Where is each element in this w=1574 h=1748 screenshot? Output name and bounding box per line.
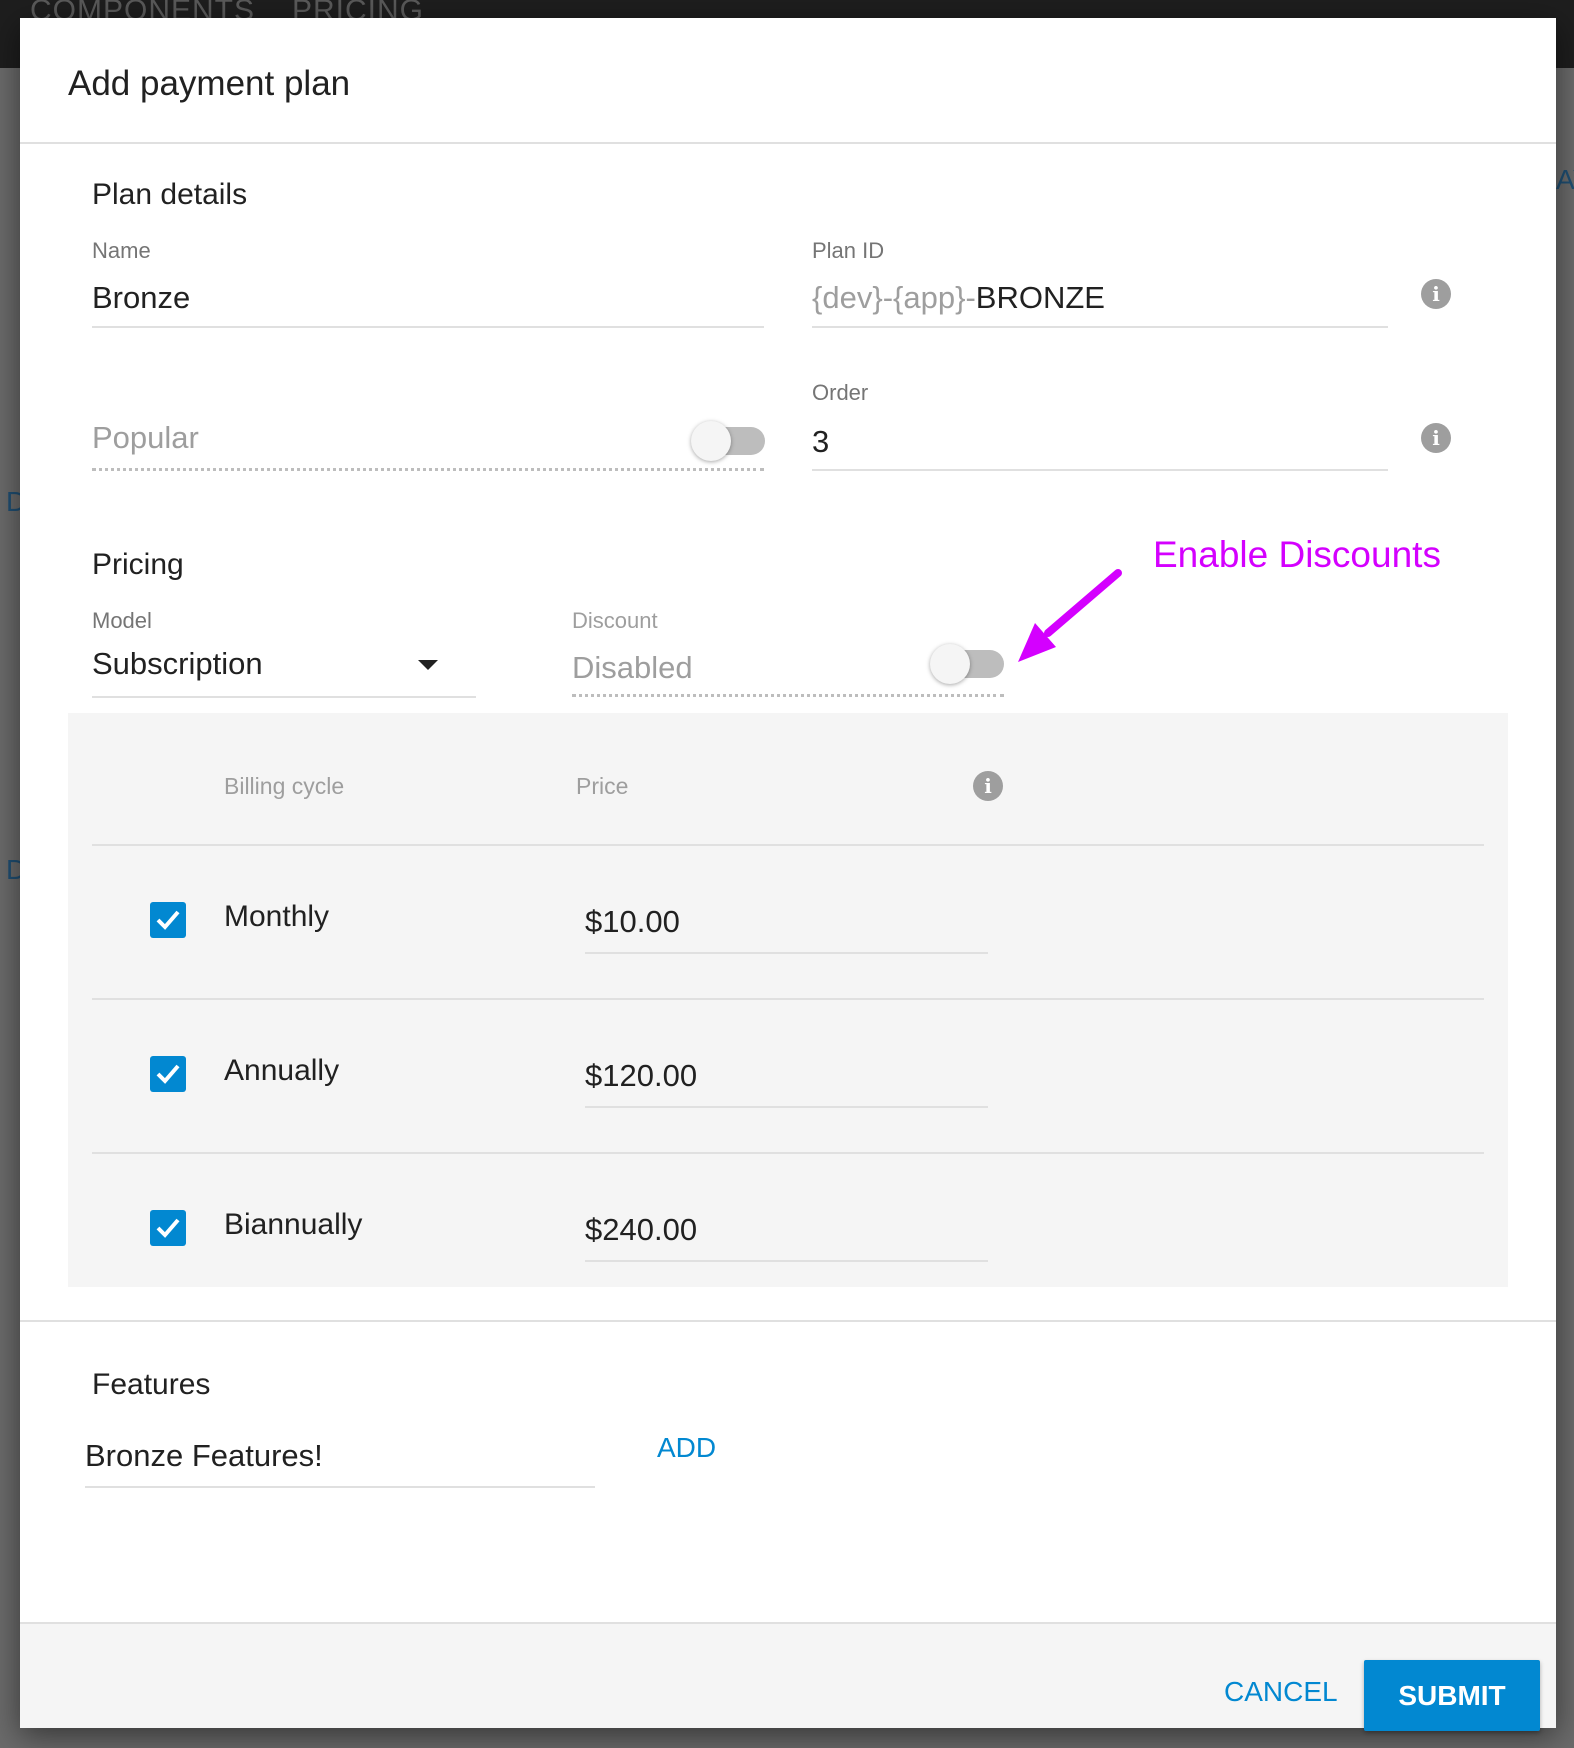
price-header: Price — [576, 773, 629, 799]
add-payment-plan-dialog: Add payment plan Plan details Name Bronz… — [20, 18, 1556, 1731]
price-underline — [585, 1106, 988, 1108]
order-underline — [812, 469, 1388, 471]
price-underline — [585, 952, 988, 954]
check-icon — [156, 1064, 180, 1084]
plan-id-prefix: {dev}-{app}- — [812, 280, 976, 315]
model-label: Model — [92, 608, 152, 633]
price-underline — [585, 1260, 988, 1262]
price-input[interactable]: $120.00 — [585, 1058, 697, 1094]
info-icon[interactable]: i — [1421, 279, 1451, 309]
monthly-checkbox[interactable] — [150, 902, 186, 938]
biannually-checkbox[interactable] — [150, 1210, 186, 1246]
table-row: Monthly $10.00 — [68, 846, 1508, 998]
annotation-label: Enable Discounts — [1153, 534, 1441, 575]
discount-dotted-line — [572, 694, 1004, 697]
cycle-label: Biannually — [224, 1208, 363, 1241]
order-label: Order — [812, 380, 869, 405]
feature-underline — [85, 1486, 595, 1488]
dialog-footer: CANCEL SUBMIT — [20, 1622, 1556, 1731]
name-input[interactable]: Bronze — [92, 280, 190, 316]
name-label: Name — [92, 238, 151, 263]
cycle-label: Monthly — [224, 900, 330, 933]
plan-id-label: Plan ID — [812, 238, 885, 263]
model-select[interactable]: Subscription — [92, 646, 476, 698]
order-input[interactable]: 3 — [812, 424, 829, 460]
annually-checkbox[interactable] — [150, 1056, 186, 1092]
header-divider — [20, 142, 1556, 144]
plan-id-value: BRONZE — [975, 280, 1105, 315]
toggle-thumb — [930, 644, 970, 684]
plan-id-input[interactable]: {dev}-{app}-BRONZE — [812, 280, 1105, 316]
feature-input[interactable]: Bronze Features! — [85, 1438, 323, 1474]
dropdown-arrow-icon — [418, 660, 438, 670]
check-icon — [156, 1218, 180, 1238]
toggle-thumb — [691, 421, 731, 461]
info-icon[interactable]: i — [973, 771, 1003, 801]
billing-cycle-header: Billing cycle — [224, 773, 345, 799]
discount-label: Discount — [572, 608, 658, 633]
plan-details-heading: Plan details — [92, 178, 248, 211]
popular-dotted-line — [92, 468, 764, 471]
features-heading: Features — [92, 1368, 211, 1401]
check-icon — [156, 910, 180, 930]
submit-button[interactable]: SUBMIT — [1364, 1660, 1540, 1731]
plan-id-underline — [812, 326, 1388, 328]
popular-label: Popular — [92, 420, 199, 455]
cycle-label: Annually — [224, 1054, 340, 1087]
cancel-button[interactable]: CANCEL — [1224, 1676, 1338, 1708]
model-value: Subscription — [92, 646, 263, 681]
features-divider — [20, 1320, 1556, 1322]
discount-toggle[interactable] — [930, 642, 1006, 686]
popular-toggle[interactable] — [691, 419, 767, 463]
info-icon[interactable]: i — [1421, 423, 1451, 453]
billing-cycle-table: Billing cycle Price i Monthly $10.00 Ann… — [68, 713, 1508, 1287]
table-row: Biannually $240.00 — [68, 1154, 1508, 1287]
price-input[interactable]: $10.00 — [585, 904, 680, 940]
price-input[interactable]: $240.00 — [585, 1212, 697, 1248]
dialog-title: Add payment plan — [68, 64, 351, 103]
add-feature-button[interactable]: ADD — [657, 1432, 716, 1464]
pricing-heading: Pricing — [92, 548, 184, 581]
discount-value: Disabled — [572, 650, 693, 685]
bg-letter: AY — [1556, 164, 1574, 195]
name-underline — [92, 326, 764, 328]
model-underline — [92, 696, 476, 698]
table-row: Annually $120.00 — [68, 1000, 1508, 1152]
